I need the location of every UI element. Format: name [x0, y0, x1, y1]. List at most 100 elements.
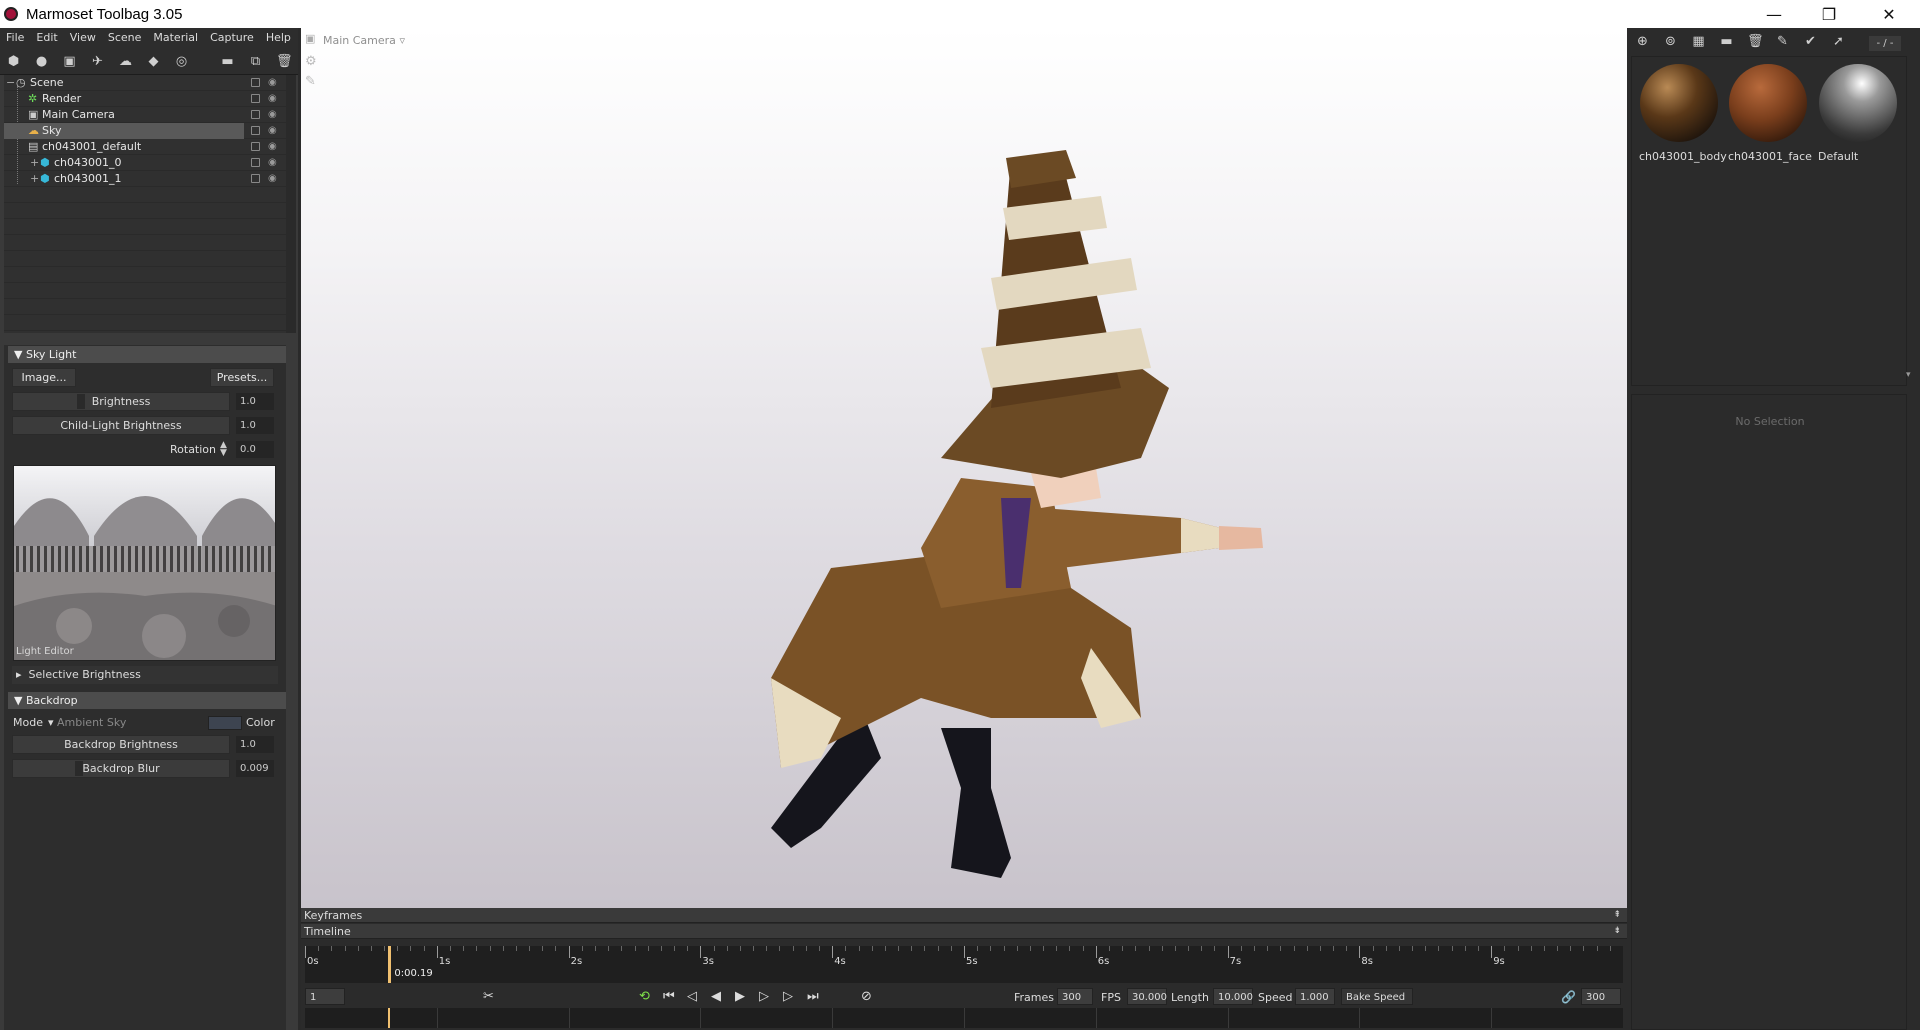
tree-item-ch043001-1[interactable]: + ⬢ ch043001_1 ◉	[4, 171, 286, 187]
skylight-header[interactable]: ▼ Sky Light	[8, 346, 286, 363]
backdrop-brightness-value[interactable]: 1.0	[236, 736, 274, 753]
backdrop-header[interactable]: ▼ Backdrop	[8, 692, 286, 709]
menu-material[interactable]: Material	[147, 28, 204, 48]
rotation-value[interactable]: 0.0	[236, 441, 274, 458]
step-forward-icon[interactable]: ▷	[759, 989, 769, 1005]
sky-panorama-image[interactable]: Light Editor	[13, 465, 276, 661]
brightness-value[interactable]: 1.0	[236, 393, 274, 410]
duplicate-icon[interactable]: ⧉	[248, 54, 263, 69]
backdrop-brightness-slider[interactable]: Backdrop Brightness	[12, 735, 230, 754]
menu-help[interactable]: Help	[260, 28, 297, 48]
material-path[interactable]: - / -	[1869, 36, 1901, 51]
menu-edit[interactable]: Edit	[30, 28, 63, 48]
lock-icon[interactable]	[251, 142, 260, 151]
menu-scene[interactable]: Scene	[102, 28, 148, 48]
menu-file[interactable]: File	[0, 28, 30, 48]
material-default[interactable]: Default	[1816, 62, 1900, 166]
tree-item-ch043001-default[interactable]: ▤ ch043001_default ◉	[4, 139, 286, 155]
eye-icon[interactable]: ◉	[268, 123, 277, 139]
folder-icon[interactable]: ▬	[220, 54, 235, 69]
lock-icon[interactable]	[251, 78, 260, 87]
slider-handle[interactable]	[75, 761, 83, 776]
minimize-button[interactable]: —	[1751, 0, 1797, 28]
play-icon[interactable]: ▶	[735, 989, 745, 1005]
lock-icon[interactable]	[251, 94, 260, 103]
timeline-header[interactable]: Timeline ⇟	[301, 924, 1627, 939]
eye-icon[interactable]: ◉	[268, 139, 277, 155]
add-shadow-catcher-icon[interactable]: ◆	[146, 54, 161, 69]
eye-icon[interactable]: ◉	[268, 107, 277, 123]
tree-item-sky[interactable]: ☁ Sky	[4, 123, 244, 139]
character-model[interactable]	[301, 28, 1627, 908]
menu-view[interactable]: View	[64, 28, 102, 48]
eye-icon[interactable]: ◉	[268, 75, 277, 91]
speed-field[interactable]: 1.000	[1295, 988, 1335, 1005]
scissors-icon[interactable]: ✂	[483, 989, 494, 1005]
tree-scrollbar[interactable]	[286, 75, 296, 333]
tree-item-scene[interactable]: − ◷ Scene ◉	[4, 75, 286, 91]
collapse-icon[interactable]: ▾	[1906, 370, 1911, 380]
navigate-icon[interactable]: ➚	[1831, 34, 1846, 49]
fps-field[interactable]: 30.000	[1127, 988, 1167, 1005]
scrub-bar[interactable]	[305, 1008, 1623, 1028]
add-material-icon[interactable]: ⊕	[1635, 34, 1650, 49]
tree-item-render[interactable]: ✲ Render ◉	[4, 91, 286, 107]
gear-icon[interactable]: ⚙	[305, 54, 317, 69]
brush-icon[interactable]: ✎	[305, 74, 316, 89]
3d-viewport[interactable]	[301, 28, 1627, 908]
child-light-brightness-slider[interactable]: Child-Light Brightness	[12, 416, 230, 435]
add-fog-icon[interactable]: ☁	[118, 54, 133, 69]
child-light-brightness-value[interactable]: 1.0	[236, 417, 274, 434]
skip-start-icon[interactable]: ⏮	[663, 989, 675, 1005]
material-ch043001-body[interactable]: ch043001_body	[1637, 62, 1727, 166]
add-camera-icon[interactable]: ▣	[62, 54, 77, 69]
scrub-playhead[interactable]	[388, 1008, 391, 1028]
slider-handle[interactable]	[77, 394, 85, 409]
tree-item-ch043001-0[interactable]: + ⬢ ch043001_0 ◉	[4, 155, 286, 171]
close-button[interactable]: ✕	[1866, 0, 1912, 28]
end-frame-field[interactable]: 300	[1581, 988, 1621, 1005]
color-swatch[interactable]	[208, 716, 242, 730]
expand-icon[interactable]: ⇞	[1613, 908, 1621, 923]
lock-icon[interactable]	[251, 126, 260, 135]
lock-icon[interactable]	[251, 158, 260, 167]
add-object-icon[interactable]: ⬢	[6, 54, 21, 69]
maximize-button[interactable]: ❐	[1806, 0, 1852, 28]
playhead[interactable]	[388, 946, 392, 984]
mode-dropdown[interactable]: ▾ Ambient Sky	[48, 716, 126, 729]
lock-icon[interactable]	[251, 110, 260, 119]
sky-presets-button[interactable]: Presets...	[210, 368, 274, 387]
camera-selector[interactable]: Main Camera ▿	[323, 34, 405, 47]
sky-image-button[interactable]: Image...	[12, 368, 76, 387]
timeline-ruler[interactable]: 0s 1s 2s 3s 4s 5s 6s 7s 8s 9s 0:00.19	[305, 946, 1623, 984]
skip-end-icon[interactable]: ⏭	[807, 989, 819, 1005]
lock-icon[interactable]	[251, 174, 260, 183]
step-back-icon[interactable]: ◀	[711, 989, 721, 1005]
bake-speed-button[interactable]: Bake Speed	[1341, 988, 1413, 1005]
add-skeleton-icon[interactable]: ◎	[174, 54, 189, 69]
tree-item-main-camera[interactable]: ▣ Main Camera ◉	[4, 107, 286, 123]
duplicate-material-icon[interactable]: ⊚	[1663, 34, 1678, 49]
menu-capture[interactable]: Capture	[204, 28, 260, 48]
trash-icon[interactable]: 🗑	[1747, 34, 1764, 49]
checker-icon[interactable]: ▦	[1691, 34, 1706, 49]
eye-icon[interactable]: ◉	[268, 91, 277, 107]
selective-brightness-toggle[interactable]: ▸ Selective Brightness	[12, 666, 278, 684]
add-light-icon[interactable]: ●	[34, 54, 49, 69]
link-icon[interactable]: 🔗	[1561, 989, 1576, 1005]
next-key-icon[interactable]: ▷	[783, 989, 793, 1005]
settings-icon[interactable]: ⊘	[861, 989, 872, 1005]
brightness-slider[interactable]: Brightness	[12, 392, 230, 411]
trash-icon[interactable]: 🗑	[276, 54, 293, 69]
frames-field[interactable]: 300	[1057, 988, 1093, 1005]
material-ch043001-face[interactable]: ch043001_face	[1726, 62, 1812, 166]
length-field[interactable]: 10.000	[1213, 988, 1253, 1005]
start-frame-field[interactable]: 1	[305, 988, 345, 1005]
eye-icon[interactable]: ◉	[268, 171, 277, 187]
backdrop-blur-slider[interactable]: Backdrop Blur	[12, 759, 230, 778]
keyframes-header[interactable]: Keyframes ⇞	[301, 908, 1627, 923]
backdrop-blur-value[interactable]: 0.009	[236, 760, 274, 777]
loop-icon[interactable]: ⟲	[639, 989, 650, 1005]
eye-icon[interactable]: ◉	[268, 155, 277, 171]
add-turntable-icon[interactable]: ✈	[90, 54, 105, 69]
